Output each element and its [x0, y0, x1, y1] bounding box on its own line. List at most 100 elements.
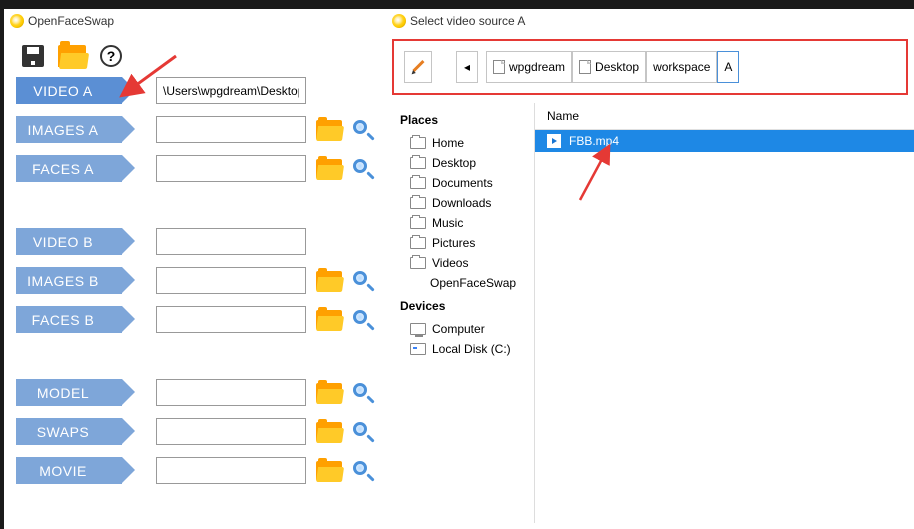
faces-a-input[interactable] [156, 155, 306, 182]
field-row-images-b: IMAGES B [4, 261, 386, 300]
places-item-label: Documents [432, 176, 493, 190]
main-title: OpenFaceSwap [28, 14, 114, 28]
folder-icon [410, 177, 426, 189]
main-titlebar: OpenFaceSwap [4, 9, 386, 33]
field-row-images-a: IMAGES A [4, 110, 386, 149]
video-file-icon [547, 134, 561, 148]
dialog-titlebar: Select video source A [386, 9, 914, 33]
breadcrumb-label: workspace [653, 60, 710, 74]
folder-icon[interactable] [316, 310, 342, 330]
breadcrumb-a[interactable]: A [717, 51, 739, 83]
field-row-video-a: VIDEO A [4, 71, 386, 110]
images-a-button[interactable]: IMAGES A [16, 116, 122, 143]
places-item-label: Videos [432, 256, 468, 270]
faces-b-button[interactable]: FACES B [16, 306, 122, 333]
file-dialog: Select video source A ◂ wpgdream Desktop w… [386, 9, 914, 529]
swaps-button[interactable]: SWAPS [16, 418, 122, 445]
breadcrumb-workspace[interactable]: workspace [646, 51, 717, 83]
places-item-label: OpenFaceSwap [430, 276, 516, 290]
search-icon[interactable] [352, 270, 374, 292]
places-item-label: Downloads [432, 196, 491, 210]
search-icon[interactable] [352, 460, 374, 482]
breadcrumb-wpgdream[interactable]: wpgdream [486, 51, 572, 83]
places-item-openfaceswap[interactable]: OpenFaceSwap [396, 273, 524, 293]
help-icon[interactable]: ? [100, 45, 122, 67]
device-item-computer[interactable]: Computer [396, 319, 524, 339]
file-name: FBB.mp4 [569, 134, 619, 148]
device-item-label: Local Disk (C:) [432, 342, 511, 356]
edit-path-button[interactable] [404, 51, 432, 83]
folder-icon [410, 137, 426, 149]
places-header: Places [400, 113, 524, 127]
folder-icon[interactable] [316, 461, 342, 481]
video-b-input[interactable] [156, 228, 306, 255]
file-row[interactable]: FBB.mp4 [535, 130, 914, 152]
save-icon[interactable] [22, 45, 44, 67]
device-item-local-disk-c-[interactable]: Local Disk (C:) [396, 339, 524, 359]
movie-input[interactable] [156, 457, 306, 484]
breadcrumb-label: Desktop [595, 60, 639, 74]
drive-icon [410, 343, 426, 355]
field-row-faces-a: FACES A [4, 149, 386, 188]
places-item-downloads[interactable]: Downloads [396, 193, 524, 213]
video-a-input[interactable] [156, 77, 306, 104]
faces-a-button[interactable]: FACES A [16, 155, 122, 182]
places-item-music[interactable]: Music [396, 213, 524, 233]
places-item-videos[interactable]: Videos [396, 253, 524, 273]
file-icon [579, 60, 591, 74]
folder-icon [410, 157, 426, 169]
field-row-video-b: VIDEO B [4, 222, 386, 261]
images-a-input[interactable] [156, 116, 306, 143]
video-a-button[interactable]: VIDEO A [16, 77, 122, 104]
app-icon [10, 14, 24, 28]
folder-icon [410, 237, 426, 249]
places-panel: Places Home Desktop Documents Downloads Musi… [386, 103, 534, 523]
model-input[interactable] [156, 379, 306, 406]
images-b-button[interactable]: IMAGES B [16, 267, 122, 294]
breadcrumb-bar: ◂ wpgdream Desktop workspace A [392, 39, 908, 95]
field-row-swaps: SWAPS [4, 412, 386, 451]
device-item-label: Computer [432, 322, 485, 336]
swaps-input[interactable] [156, 418, 306, 445]
field-row-faces-b: FACES B [4, 300, 386, 339]
breadcrumb-label: A [724, 60, 732, 74]
folder-icon [410, 217, 426, 229]
main-window: OpenFaceSwap ? VIDEO A IMAGES A FACES A VI… [4, 9, 386, 529]
breadcrumb-desktop[interactable]: Desktop [572, 51, 646, 83]
video-b-button[interactable]: VIDEO B [16, 228, 122, 255]
folder-icon[interactable] [316, 159, 342, 179]
places-item-pictures[interactable]: Pictures [396, 233, 524, 253]
places-item-desktop[interactable]: Desktop [396, 153, 524, 173]
search-icon[interactable] [352, 119, 374, 141]
breadcrumb-label: wpgdream [509, 60, 565, 74]
computer-icon [410, 323, 426, 335]
field-row-movie: MOVIE [4, 451, 386, 490]
open-folder-icon[interactable] [58, 45, 86, 67]
places-item-label: Home [432, 136, 464, 150]
folder-icon[interactable] [316, 120, 342, 140]
faces-b-input[interactable] [156, 306, 306, 333]
file-list-header[interactable]: Name [535, 103, 914, 130]
file-pane: Name FBB.mp4 [534, 103, 914, 523]
search-icon[interactable] [352, 382, 374, 404]
pencil-icon [411, 60, 425, 74]
images-b-input[interactable] [156, 267, 306, 294]
places-item-label: Desktop [432, 156, 476, 170]
folder-icon[interactable] [316, 422, 342, 442]
model-button[interactable]: MODEL [16, 379, 122, 406]
places-item-home[interactable]: Home [396, 133, 524, 153]
folder-icon[interactable] [316, 383, 342, 403]
file-icon [493, 60, 505, 74]
search-icon[interactable] [352, 421, 374, 443]
places-item-documents[interactable]: Documents [396, 173, 524, 193]
places-item-label: Music [432, 216, 463, 230]
search-icon[interactable] [352, 309, 374, 331]
toolbar: ? [4, 33, 386, 71]
nav-back-button[interactable]: ◂ [456, 51, 478, 83]
devices-header: Devices [400, 299, 524, 313]
app-icon [392, 14, 406, 28]
search-icon[interactable] [352, 158, 374, 180]
movie-button[interactable]: MOVIE [16, 457, 122, 484]
folder-icon [410, 257, 426, 269]
folder-icon[interactable] [316, 271, 342, 291]
